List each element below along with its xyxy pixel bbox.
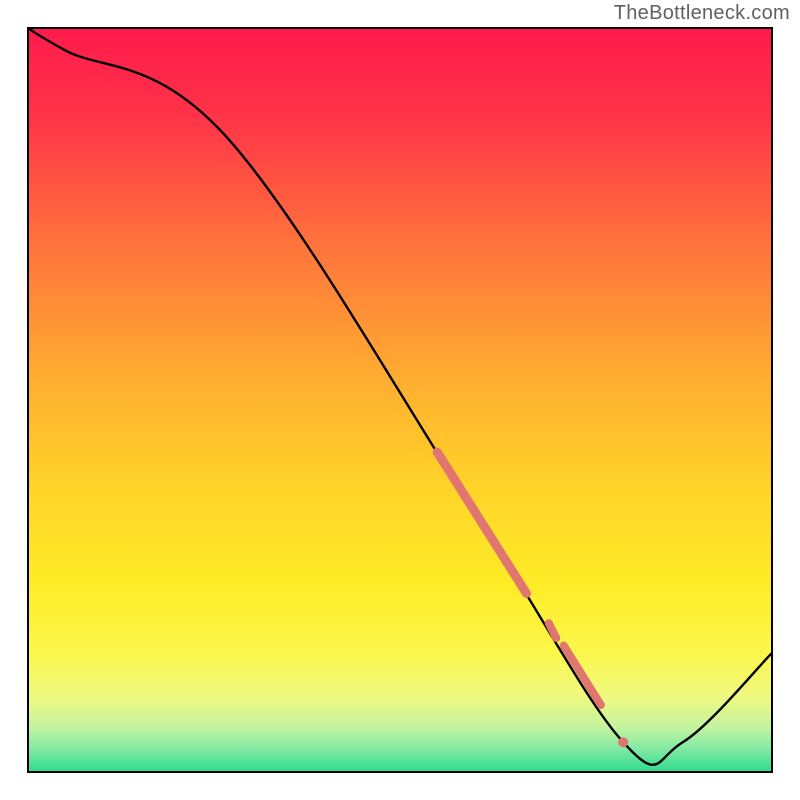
chart-svg [0,0,800,800]
highlight-dot [618,737,628,747]
chart-stage: TheBottleneck.com [0,0,800,800]
plot-background [28,28,772,772]
watermark-text: TheBottleneck.com [614,2,790,25]
